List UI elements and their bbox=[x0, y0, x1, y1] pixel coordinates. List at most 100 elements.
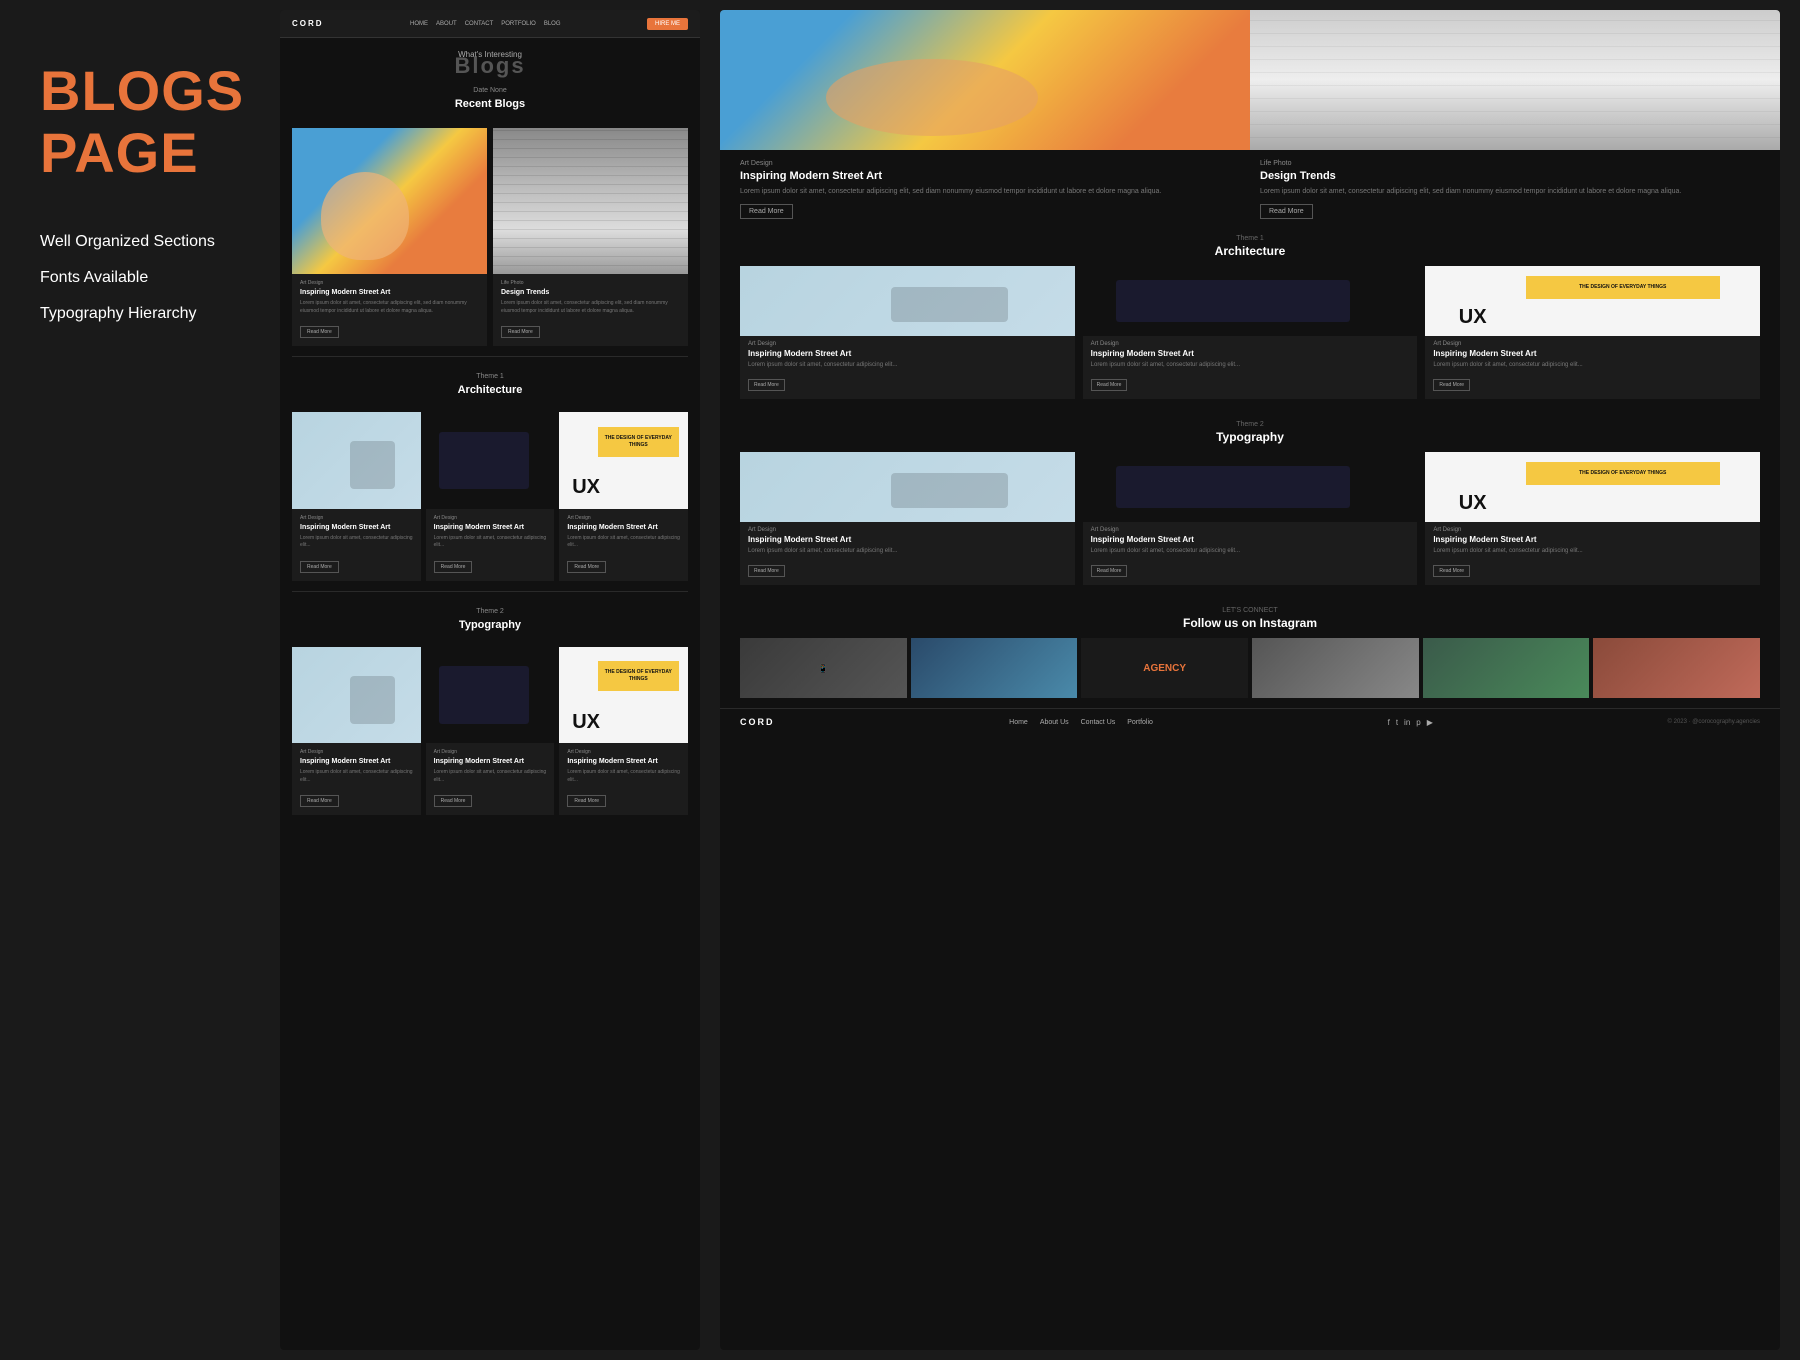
design-image-1 bbox=[559, 412, 688, 509]
right-blog-info: Art Design Inspiring Modern Street Art L… bbox=[720, 150, 1780, 229]
nav-logo: CORD bbox=[292, 19, 324, 28]
hero-section: What's Interesting Blogs Date None Recen… bbox=[280, 38, 700, 128]
insta-icon-1: 📱 bbox=[740, 638, 907, 698]
insta-title: Follow us on Instagram bbox=[740, 616, 1760, 630]
right-typo-img-1 bbox=[740, 452, 1075, 522]
right-blog-title-2: Design Trends bbox=[1260, 170, 1760, 182]
footer-link-portfolio[interactable]: Portfolio bbox=[1127, 719, 1153, 726]
instagram-grid: 📱 AGENCY bbox=[740, 638, 1760, 698]
footer-links: Home About Us Contact Us Portfolio bbox=[1009, 719, 1153, 726]
right-arch-card-text-1: Lorem ipsum dolor sit amet, consectetur … bbox=[748, 361, 1067, 369]
typo-card-img-2 bbox=[426, 647, 555, 744]
right-arch-content-2: Art Design Inspiring Modern Street Art L… bbox=[1083, 336, 1418, 399]
footer-link-contact[interactable]: Contact Us bbox=[1081, 719, 1116, 726]
footer-link-home[interactable]: Home bbox=[1009, 719, 1028, 726]
social-twitter[interactable]: t bbox=[1396, 718, 1398, 727]
arch-read-more-2[interactable]: Read More bbox=[434, 561, 473, 573]
right-typo-read-more-1[interactable]: Read More bbox=[748, 565, 785, 577]
arch-card-3: Art Design Inspiring Modern Street Art L… bbox=[559, 412, 688, 581]
right-arch-card-1: Art Design Inspiring Modern Street Art L… bbox=[740, 266, 1075, 399]
features-list: Well Organized Sections Fonts Available … bbox=[40, 233, 230, 323]
right-arch-img-2 bbox=[1083, 266, 1418, 336]
arch-read-more-1[interactable]: Read More bbox=[300, 561, 339, 573]
nav-link-blog[interactable]: BLOG bbox=[544, 21, 561, 27]
left-panel: BLOGS PAGE Well Organized Sections Fonts… bbox=[0, 0, 270, 1360]
insta-item-6[interactable] bbox=[1593, 638, 1760, 698]
right-typo-label: Theme 2 bbox=[740, 421, 1760, 428]
nav-link-contact[interactable]: CONTACT bbox=[465, 21, 494, 27]
arch-card-text-2: Lorem ipsum dolor sit amet, consectetur … bbox=[434, 535, 547, 550]
nav-cta-button[interactable]: HIRE ME bbox=[647, 18, 688, 30]
right-blog-card-1: Art Design Inspiring Modern Street Art L… bbox=[740, 160, 1240, 219]
right-arch-read-more-3[interactable]: Read More bbox=[1433, 379, 1470, 391]
right-arch-content-1: Art Design Inspiring Modern Street Art L… bbox=[740, 336, 1075, 399]
insta-item-1[interactable]: 📱 bbox=[740, 638, 907, 698]
insta-item-2[interactable] bbox=[911, 638, 1078, 698]
right-arch-read-more-1[interactable]: Read More bbox=[748, 379, 785, 391]
insta-item-3[interactable]: AGENCY bbox=[1081, 638, 1248, 698]
architecture-section-header: Theme 1 Architecture bbox=[280, 365, 700, 412]
right-hero-art bbox=[720, 10, 1250, 150]
footer-link-about[interactable]: About Us bbox=[1040, 719, 1069, 726]
typo-read-more-1[interactable]: Read More bbox=[300, 795, 339, 807]
typo-card-text-3: Lorem ipsum dolor sit amet, consectetur … bbox=[567, 769, 680, 784]
right-read-more-2[interactable]: Read More bbox=[1260, 204, 1313, 219]
right-arch-card-2: Art Design Inspiring Modern Street Art L… bbox=[1083, 266, 1418, 399]
social-facebook[interactable]: f bbox=[1388, 718, 1390, 727]
typo-read-more-2[interactable]: Read More bbox=[434, 795, 473, 807]
arch-read-more-3[interactable]: Read More bbox=[567, 561, 606, 573]
typo-card-3: Art Design Inspiring Modern Street Art L… bbox=[559, 647, 688, 816]
right-blog-tag-2: Life Photo bbox=[1260, 160, 1760, 167]
hero-title-large: Blogs bbox=[296, 53, 684, 79]
nav-bar: CORD HOME ABOUT CONTACT PORTFOLIO BLOG H… bbox=[280, 10, 700, 38]
right-arch-card-text-3: Lorem ipsum dolor sit amet, consectetur … bbox=[1433, 361, 1752, 369]
right-typo-img-2 bbox=[1083, 452, 1418, 522]
section-label: Date None bbox=[296, 87, 684, 94]
right-typo-content-2: Art Design Inspiring Modern Street Art L… bbox=[1083, 522, 1418, 585]
right-arch-content-3: Art Design Inspiring Modern Street Art L… bbox=[1425, 336, 1760, 399]
left-mockup: CORD HOME ABOUT CONTACT PORTFOLIO BLOG H… bbox=[280, 10, 700, 1350]
blog-card-2: Life Photo Design Trends Lorem ipsum dol… bbox=[493, 128, 688, 346]
nav-link-home[interactable]: HOME bbox=[410, 21, 428, 27]
feature-2: Fonts Available bbox=[40, 269, 230, 287]
divider-1 bbox=[292, 356, 688, 357]
arch-label: Theme 1 bbox=[280, 373, 700, 380]
right-hero-sketch bbox=[1250, 10, 1780, 150]
typo-card-title-1: Inspiring Modern Street Art bbox=[300, 758, 413, 765]
insta-item-4[interactable] bbox=[1252, 638, 1419, 698]
blog-card-tag-1: Art Design bbox=[300, 280, 479, 286]
read-more-btn-1[interactable]: Read More bbox=[300, 326, 339, 338]
arch-card-content-2: Art Design Inspiring Modern Street Art L… bbox=[426, 509, 555, 581]
right-arch-img-3 bbox=[1425, 266, 1760, 336]
arch-card-1: Art Design Inspiring Modern Street Art L… bbox=[292, 412, 421, 581]
social-instagram[interactable]: in bbox=[1404, 718, 1410, 727]
nav-link-about[interactable]: ABOUT bbox=[436, 21, 457, 27]
nav-link-portfolio[interactable]: PORTFOLIO bbox=[501, 21, 536, 27]
right-typo-read-more-3[interactable]: Read More bbox=[1433, 565, 1470, 577]
right-typography-section: Theme 2 Typography Art Design Inspiring … bbox=[720, 415, 1780, 601]
right-blog-title-1: Inspiring Modern Street Art bbox=[740, 170, 1240, 182]
right-typo-read-more-2[interactable]: Read More bbox=[1091, 565, 1128, 577]
right-arch-img-1 bbox=[740, 266, 1075, 336]
right-blog-text-2: Lorem ipsum dolor sit amet, consectetur … bbox=[1260, 187, 1760, 198]
read-more-btn-2[interactable]: Read More bbox=[501, 326, 540, 338]
right-read-more-1[interactable]: Read More bbox=[740, 204, 793, 219]
arch-card-2: Art Design Inspiring Modern Street Art L… bbox=[426, 412, 555, 581]
page-title: BLOGS PAGE bbox=[40, 60, 230, 183]
typo-card-img-1 bbox=[292, 647, 421, 743]
typo-read-more-3[interactable]: Read More bbox=[567, 795, 606, 807]
social-pinterest[interactable]: p bbox=[1416, 718, 1420, 727]
footer-logo: CORD bbox=[740, 717, 775, 727]
right-arch-tag-2: Art Design bbox=[1091, 341, 1410, 347]
arch-card-img-3 bbox=[559, 412, 688, 509]
right-typo-card-text-3: Lorem ipsum dolor sit amet, consectetur … bbox=[1433, 547, 1752, 555]
right-typo-tag-3: Art Design bbox=[1433, 527, 1752, 533]
arch-card-tag-3: Art Design bbox=[567, 515, 680, 521]
typo-card-text-1: Lorem ipsum dolor sit amet, consectetur … bbox=[300, 769, 413, 784]
right-typo-title: Typography bbox=[740, 430, 1760, 444]
social-youtube[interactable]: ▶ bbox=[1427, 718, 1433, 727]
blog-card-tag-2: Life Photo bbox=[501, 280, 680, 286]
insta-item-5[interactable] bbox=[1423, 638, 1590, 698]
right-arch-read-more-2[interactable]: Read More bbox=[1091, 379, 1128, 391]
right-typo-content-3: Art Design Inspiring Modern Street Art L… bbox=[1425, 522, 1760, 585]
